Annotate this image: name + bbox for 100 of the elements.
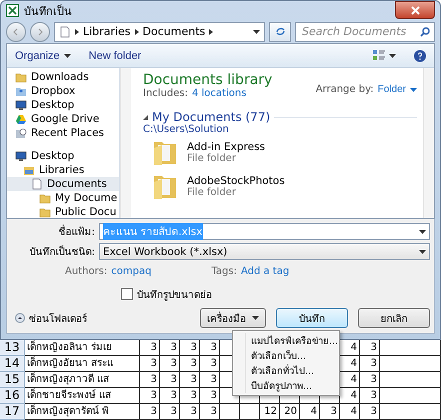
table-cell: 4 bbox=[340, 340, 360, 356]
arrange-dropdown[interactable]: Folder bbox=[378, 84, 417, 95]
table-cell: 12 bbox=[260, 404, 280, 420]
table-cell: 3 bbox=[320, 404, 340, 420]
nav-item[interactable]: Documents bbox=[7, 177, 119, 191]
forward-button[interactable] bbox=[30, 22, 50, 42]
caret-icon bbox=[389, 54, 396, 58]
refresh-icon bbox=[274, 26, 286, 38]
table-cell bbox=[380, 356, 441, 372]
folder-item[interactable]: AdobeStockPhotos File folder bbox=[143, 169, 417, 203]
nav-item[interactable]: Desktop bbox=[7, 98, 119, 112]
scrollbar[interactable] bbox=[120, 68, 131, 218]
list-view-icon bbox=[373, 50, 385, 61]
clock-folder-icon bbox=[15, 127, 27, 139]
folder-icon bbox=[15, 71, 27, 83]
save-button[interactable]: บันทึก bbox=[276, 308, 348, 328]
nav-item[interactable]: My Docume bbox=[7, 191, 119, 205]
hide-folders-button[interactable]: ซ่อนโฟลเดอร์ bbox=[11, 310, 87, 326]
spreadsheet-icon bbox=[6, 4, 19, 18]
monitor-icon bbox=[15, 150, 27, 162]
scrollbar[interactable] bbox=[423, 68, 434, 218]
row-header[interactable]: 15 bbox=[0, 372, 25, 388]
file-type-dropdown[interactable]: Excel Workbook (*.xlsx) bbox=[99, 243, 430, 260]
chevron-icon bbox=[75, 28, 79, 35]
help-button[interactable] bbox=[414, 50, 426, 62]
authors-value[interactable]: compaq bbox=[111, 266, 152, 276]
table-cell: 4 bbox=[340, 372, 360, 388]
nav-item[interactable]: Libraries bbox=[7, 163, 119, 177]
nav-item[interactable]: Desktop bbox=[7, 149, 119, 163]
row-header[interactable]: 14 bbox=[0, 356, 25, 372]
table-cell: 3 bbox=[360, 372, 380, 388]
nav-item[interactable]: Recent Places bbox=[7, 126, 119, 140]
menu-item[interactable]: ตัวเลือกทั่วไป... bbox=[245, 363, 339, 378]
folder-type: File folder bbox=[187, 186, 237, 198]
row-header[interactable]: 13 bbox=[0, 340, 25, 356]
organize-button[interactable]: Organize bbox=[15, 50, 71, 62]
folder-item[interactable]: Add-in Express File folder bbox=[143, 135, 417, 169]
new-folder-button[interactable]: New folder bbox=[88, 50, 142, 62]
locations-link[interactable]: 4 locations bbox=[192, 88, 246, 99]
table-cell bbox=[220, 404, 240, 420]
close-button[interactable] bbox=[395, 1, 435, 19]
breadcrumb[interactable]: Documents bbox=[142, 25, 206, 38]
group-title[interactable]: My Documents (77) bbox=[152, 110, 270, 124]
back-button[interactable] bbox=[6, 22, 26, 42]
table-cell bbox=[380, 388, 441, 404]
table-cell: 4 bbox=[340, 388, 360, 404]
table-cell: 3 bbox=[160, 340, 180, 356]
table-cell: 3 bbox=[140, 340, 160, 356]
breadcrumb[interactable]: Libraries bbox=[83, 25, 131, 38]
close-icon bbox=[410, 6, 420, 14]
tools-button[interactable]: เครื่องมือ bbox=[200, 308, 266, 328]
thumbnail-checkbox[interactable] bbox=[121, 288, 133, 300]
folder-path: C:\Users\Solution bbox=[143, 124, 230, 135]
caret-icon bbox=[410, 88, 417, 92]
caret-icon bbox=[419, 230, 426, 234]
nav-item[interactable]: Downloads bbox=[7, 70, 119, 84]
row-header[interactable]: 17 bbox=[0, 404, 25, 420]
table-cell bbox=[380, 404, 441, 420]
row-header[interactable]: 16 bbox=[0, 388, 25, 404]
menu-item[interactable]: ตัวเลือกเว็บ... bbox=[245, 348, 339, 363]
table-cell bbox=[380, 372, 441, 388]
collapse-icon bbox=[15, 313, 25, 323]
table-cell: 3 bbox=[160, 404, 180, 420]
arrange-label: Arrange by: bbox=[316, 84, 374, 95]
chevron-icon bbox=[209, 28, 214, 35]
document-icon bbox=[59, 26, 71, 38]
cancel-button[interactable]: ยกเลิก bbox=[358, 308, 430, 328]
search-icon bbox=[420, 26, 430, 37]
file-name-label: ชื่อแฟ้ม: bbox=[11, 224, 95, 239]
tags-label: Tags: bbox=[211, 266, 237, 276]
tags-value[interactable]: Add a tag bbox=[240, 266, 290, 276]
nav-item[interactable]: Public Docu bbox=[7, 205, 119, 218]
table-cell: 3 bbox=[360, 404, 380, 420]
library-icon bbox=[23, 164, 35, 176]
table-cell: เด็กหญิงอัยนา สระแ bbox=[25, 356, 140, 372]
table-cell: 3 bbox=[200, 404, 220, 420]
nav-item[interactable]: Dropbox bbox=[7, 84, 119, 98]
thumbnail-label: บันทึกรูปขนาดย่อ bbox=[137, 288, 212, 302]
document-icon bbox=[31, 178, 43, 190]
help-icon bbox=[414, 50, 426, 62]
menu-item[interactable]: บีบอัดรูปภาพ... bbox=[245, 378, 339, 393]
caret-icon bbox=[252, 316, 259, 320]
library-title: Documents library bbox=[143, 72, 272, 88]
refresh-button[interactable] bbox=[269, 22, 291, 42]
table-cell: 3 bbox=[180, 340, 200, 356]
table-cell: เด็กชายจีระพงษ์ แส bbox=[25, 388, 140, 404]
table-cell: 3 bbox=[360, 340, 380, 356]
menu-item[interactable]: แมปไดรฟ์เครือข่าย... bbox=[245, 333, 339, 348]
table-cell: 3 bbox=[200, 340, 220, 356]
view-button[interactable] bbox=[373, 50, 396, 61]
caret-icon bbox=[253, 30, 260, 34]
table-cell: 3 bbox=[200, 372, 220, 388]
nav-item[interactable]: Google Drive bbox=[7, 112, 119, 126]
chevron-icon bbox=[134, 28, 139, 35]
address-bar[interactable]: Libraries Documents bbox=[54, 22, 265, 42]
authors-label: Authors: bbox=[65, 266, 108, 276]
table-cell: 3 bbox=[140, 388, 160, 404]
window-title: บันทึกเป็น bbox=[24, 3, 73, 20]
table-cell: 3 bbox=[160, 388, 180, 404]
search-field[interactable]: Search Documents bbox=[295, 22, 435, 42]
